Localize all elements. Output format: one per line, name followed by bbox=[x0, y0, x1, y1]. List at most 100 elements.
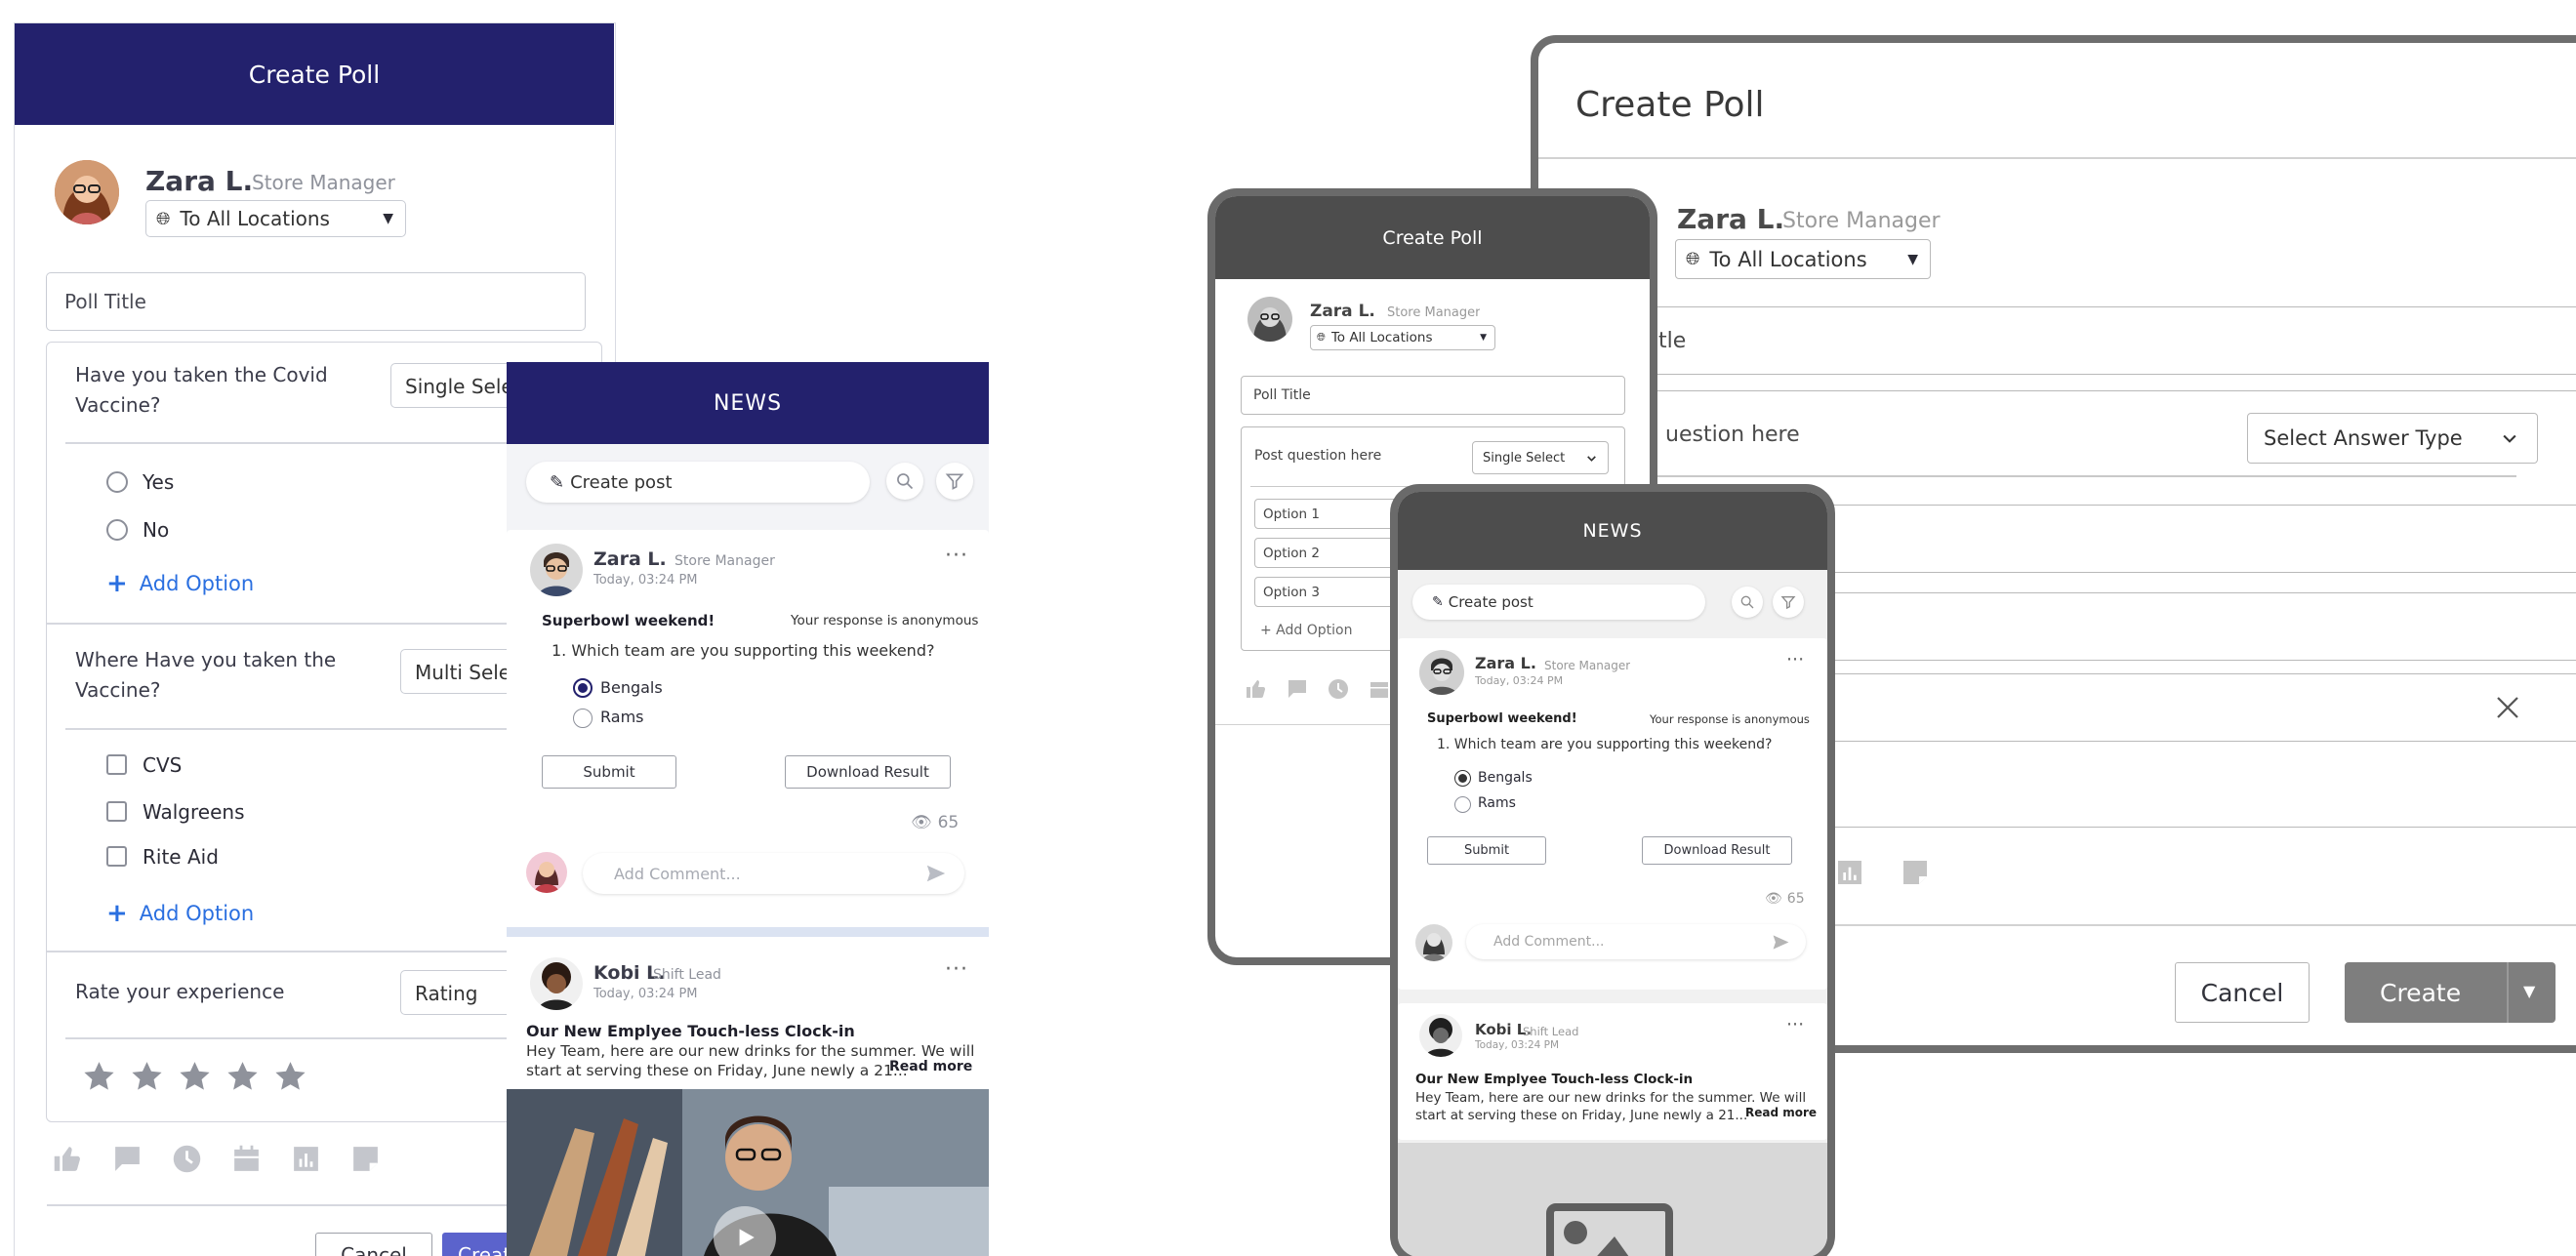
more-options-icon[interactable]: ··· bbox=[1786, 649, 1804, 670]
search-button[interactable] bbox=[1732, 587, 1763, 618]
read-more-link[interactable]: Read more bbox=[889, 1059, 972, 1074]
avatar bbox=[526, 852, 567, 893]
poll-title-input[interactable]: tle bbox=[1626, 306, 2576, 375]
post-title: Our New Emplyee Touch-less Clock-in bbox=[526, 1022, 855, 1040]
create-post-button[interactable]: ✎ Create post bbox=[1412, 585, 1705, 620]
caret-down-icon: ▼ bbox=[1480, 333, 1487, 343]
edit-icon: ✎ bbox=[550, 471, 565, 493]
submit-button[interactable]: Submit bbox=[542, 755, 676, 789]
close-icon[interactable] bbox=[2493, 693, 2522, 722]
cancel-button[interactable]: Cancel bbox=[315, 1233, 432, 1256]
audience-label: To All Locations bbox=[1330, 330, 1433, 345]
audience-select[interactable]: 🌐︎ To All Locations ▼ bbox=[145, 200, 406, 237]
chat-icon[interactable] bbox=[1286, 677, 1309, 701]
filter-button[interactable] bbox=[936, 463, 973, 500]
more-options-icon[interactable]: ··· bbox=[945, 544, 968, 568]
post-title: Superbowl weekend! bbox=[542, 612, 716, 629]
add-option-button-1[interactable]: + Add Option bbox=[106, 569, 254, 598]
submit-label: Submit bbox=[583, 763, 635, 781]
news-panel: NEWS ✎ Create post Zara L. Store Manager… bbox=[507, 362, 989, 1256]
create-poll-header: Create Poll bbox=[15, 23, 614, 125]
post-body-line-2: start at serving these on Friday, June n… bbox=[526, 1062, 908, 1079]
star-icon[interactable] bbox=[81, 1059, 117, 1095]
post-author-name: Zara L. bbox=[593, 548, 667, 570]
chat-icon[interactable] bbox=[111, 1143, 143, 1175]
star-rating[interactable] bbox=[81, 1059, 308, 1095]
calendar-icon[interactable] bbox=[230, 1143, 263, 1175]
add-option-button-2[interactable]: + Add Option bbox=[106, 899, 254, 928]
avatar bbox=[1419, 1014, 1462, 1057]
user-role: Store Manager bbox=[1782, 209, 1941, 233]
type-select[interactable]: Single Select bbox=[1472, 441, 1609, 474]
create-poll-title: Create Poll bbox=[248, 60, 381, 89]
question-2-line-2: Vaccine? bbox=[75, 678, 161, 702]
question-3-label: Rate your experience bbox=[75, 980, 285, 1003]
bar-chart-icon[interactable] bbox=[290, 1143, 322, 1175]
send-icon[interactable] bbox=[1772, 933, 1790, 952]
create-label: Create bbox=[2380, 978, 2462, 1007]
edit-icon: ✎ bbox=[1432, 594, 1444, 610]
create-button[interactable]: Create ▼ bbox=[2345, 962, 2556, 1023]
star-icon[interactable] bbox=[225, 1059, 261, 1095]
poll-title-input[interactable]: Poll Title bbox=[46, 272, 586, 331]
filter-icon bbox=[945, 473, 964, 490]
answer-type-select[interactable]: Select Answer Type bbox=[2247, 413, 2538, 464]
checkbox-rite-aid[interactable] bbox=[106, 846, 127, 867]
poll-title-input[interactable]: Poll Title bbox=[1241, 376, 1625, 415]
radio-no[interactable] bbox=[106, 519, 128, 541]
note-icon[interactable] bbox=[349, 1143, 382, 1175]
add-option-label: Add Option bbox=[139, 902, 255, 925]
more-options-icon[interactable]: ··· bbox=[1786, 1014, 1804, 1035]
radio-rams[interactable] bbox=[1454, 796, 1471, 813]
comment-input[interactable]: Add Comment... bbox=[583, 853, 964, 894]
avatar bbox=[1415, 924, 1452, 961]
radio-yes[interactable] bbox=[106, 471, 128, 493]
bar-chart-icon[interactable] bbox=[1834, 857, 1865, 888]
add-option-link[interactable]: + Add Option bbox=[1260, 623, 1352, 638]
user-name: Zara L. bbox=[1310, 302, 1375, 321]
phone-news-mock: NEWS ✎ Create post Zara L. Store Manager… bbox=[1390, 484, 1835, 1256]
download-result-button[interactable]: Download Result bbox=[1642, 836, 1792, 865]
more-options-icon[interactable]: ··· bbox=[945, 957, 968, 982]
star-icon[interactable] bbox=[177, 1059, 213, 1095]
calendar-icon[interactable] bbox=[1368, 677, 1391, 701]
plus-icon: + bbox=[106, 569, 128, 598]
filter-button[interactable] bbox=[1773, 587, 1804, 618]
caret-down-icon[interactable]: ▼ bbox=[2523, 982, 2535, 1000]
clock-icon[interactable] bbox=[171, 1143, 203, 1175]
audience-label: To All Locations bbox=[180, 207, 330, 230]
search-button[interactable] bbox=[886, 463, 923, 500]
avatar bbox=[55, 160, 119, 224]
answer-type-label: Select Answer Type bbox=[2264, 426, 2463, 450]
post-time: Today, 03:24 PM bbox=[593, 573, 698, 587]
audience-select[interactable]: 🌐︎ To All Locations ▼ bbox=[1675, 239, 1931, 279]
star-icon[interactable] bbox=[129, 1059, 165, 1095]
thumbs-up-icon[interactable] bbox=[52, 1143, 84, 1175]
create-post-button[interactable]: ✎ Create post bbox=[526, 462, 870, 503]
option-cvs-label: CVS bbox=[143, 753, 183, 777]
post-video[interactable] bbox=[507, 1089, 989, 1256]
radio-bengals[interactable] bbox=[573, 678, 593, 698]
phone-poll-header: Create Poll bbox=[1215, 196, 1650, 279]
comment-input[interactable]: Add Comment... bbox=[1466, 924, 1806, 959]
audience-select[interactable]: 🌐︎ To All Locations ▼ bbox=[1310, 325, 1495, 350]
note-icon[interactable] bbox=[1900, 857, 1931, 888]
read-more-link[interactable]: Read more bbox=[1745, 1106, 1817, 1119]
send-icon[interactable] bbox=[925, 863, 947, 884]
radio-rams[interactable] bbox=[573, 709, 593, 728]
question-2-line-1: Where Have you taken the bbox=[75, 648, 337, 671]
clock-icon[interactable] bbox=[1327, 677, 1350, 701]
download-result-button[interactable]: Download Result bbox=[785, 755, 951, 789]
submit-button[interactable]: Submit bbox=[1427, 836, 1546, 865]
caret-down-icon: ▼ bbox=[383, 211, 393, 226]
poll-question: 1. Which team are you supporting this we… bbox=[552, 641, 935, 660]
option-bengals-label: Bengals bbox=[600, 678, 663, 697]
news-title: NEWS bbox=[1582, 520, 1643, 542]
thumbs-up-icon[interactable] bbox=[1245, 677, 1268, 701]
search-icon bbox=[897, 473, 914, 490]
checkbox-walgreens[interactable] bbox=[106, 801, 127, 822]
cancel-button[interactable]: Cancel bbox=[2175, 962, 2310, 1023]
star-icon[interactable] bbox=[272, 1059, 308, 1095]
checkbox-cvs[interactable] bbox=[106, 754, 127, 775]
radio-bengals[interactable] bbox=[1454, 770, 1471, 787]
